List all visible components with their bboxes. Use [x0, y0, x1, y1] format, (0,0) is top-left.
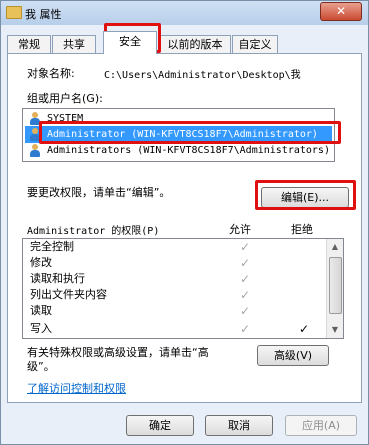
allow-check-icon: ✓ [240, 256, 251, 270]
scroll-up-arrow-icon[interactable]: ▲ [327, 239, 343, 255]
user-item-administrator[interactable]: Administrator (WIN-KFVT8CS18F7\Administr… [25, 126, 332, 143]
tab-previous-versions[interactable]: 以前的版本 [159, 35, 231, 53]
allow-check-icon: ✓ [240, 322, 251, 336]
allow-check-icon: ✓ [240, 288, 251, 302]
user-list[interactable]: SYSTEM Administrator (WIN-KFVT8CS18F7\Ad… [22, 108, 335, 162]
edit-button[interactable]: 编辑(E)... [261, 187, 349, 208]
permission-row: 列出文件夹内容 ✓ [30, 287, 310, 303]
permission-row: 完全控制 ✓ [30, 239, 310, 255]
tab-customize[interactable]: 自定义 [232, 35, 278, 53]
tab-sharing[interactable]: 共享 [52, 35, 96, 53]
ok-button[interactable]: 确定 [126, 415, 194, 436]
cancel-button[interactable]: 取消 [205, 415, 273, 436]
user-group-icon [29, 144, 41, 157]
tab-security[interactable]: 安全 [103, 31, 157, 54]
window-title: 我 属性 [25, 8, 62, 21]
user-item-label: Administrators (WIN-KFVT8CS18F7\Administ… [47, 145, 330, 156]
object-name-label: 对象名称: [27, 67, 75, 80]
user-group-icon [29, 112, 41, 125]
user-icon [29, 128, 41, 141]
deny-check-icon: ✓ [299, 322, 310, 336]
advanced-button[interactable]: 高级(V) [257, 345, 329, 366]
permission-row: 读取和执行 ✓ [30, 271, 310, 287]
permission-name: 读取和执行 [30, 272, 85, 285]
close-button[interactable]: ✕ [320, 2, 362, 21]
permission-row: 写入 ✓ ✓ [30, 321, 310, 337]
change-permission-hint: 要更改权限，请单击“编辑”。 [27, 186, 171, 199]
scroll-down-arrow-icon[interactable]: ▼ [327, 322, 343, 338]
object-name-value: C:\Users\Administrator\Desktop\我 [104, 70, 301, 81]
learn-access-control-link[interactable]: 了解访问控制和权限 [27, 380, 126, 396]
tab-general[interactable]: 常规 [7, 35, 51, 53]
permission-row: 读取 ✓ [30, 303, 310, 319]
user-item-administrators[interactable]: Administrators (WIN-KFVT8CS18F7\Administ… [25, 142, 332, 159]
title-bar: 我 属性 ✕ [1, 1, 368, 25]
permissions-list: 完全控制 ✓ 修改 ✓ 读取和执行 ✓ 列出文件夹内容 ✓ 读取 ✓ 写入 ✓ … [22, 238, 344, 339]
apply-button[interactable]: 应用(A) [285, 415, 357, 436]
folder-icon [6, 6, 22, 19]
permission-name: 完全控制 [30, 240, 74, 253]
allow-check-icon: ✓ [240, 240, 251, 254]
user-item-system[interactable]: SYSTEM [25, 110, 332, 127]
allow-check-icon: ✓ [240, 272, 251, 286]
permission-name: 修改 [30, 256, 52, 269]
permission-name: 写入 [30, 322, 52, 335]
permissions-scrollbar[interactable]: ▲ ▼ [326, 239, 343, 338]
allow-check-icon: ✓ [240, 304, 251, 318]
deny-header: 拒绝 [291, 223, 313, 236]
user-item-label: Administrator (WIN-KFVT8CS18F7\Administr… [47, 129, 318, 140]
user-item-label: SYSTEM [47, 113, 84, 124]
group-user-label: 组或用户名(G): [27, 92, 103, 105]
scroll-thumb[interactable] [329, 257, 342, 314]
permission-name: 列出文件夹内容 [30, 288, 107, 301]
permission-name: 读取 [30, 304, 52, 317]
special-permissions-hint-line2: 级”。 [27, 360, 55, 373]
allow-header: 允许 [229, 223, 251, 236]
permissions-title: Administrator 的权限(P) [27, 226, 160, 237]
permission-row: 修改 ✓ [30, 255, 310, 271]
properties-window: 我 属性 ✕ 常规 共享 安全 以前的版本 自定义 对象名称: C:\Users… [0, 0, 369, 445]
